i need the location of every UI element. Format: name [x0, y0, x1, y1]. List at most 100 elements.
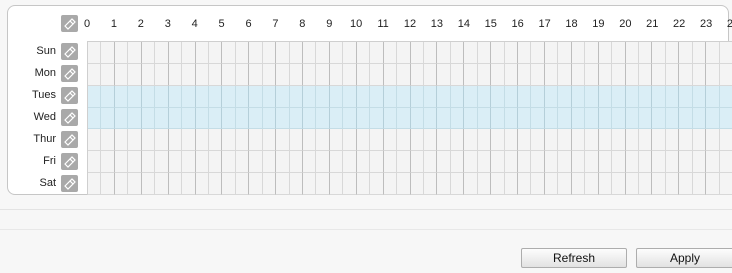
- schedule-cell[interactable]: [289, 42, 303, 64]
- schedule-cell[interactable]: [235, 173, 250, 195]
- schedule-cell[interactable]: [706, 42, 720, 64]
- schedule-cell[interactable]: [329, 129, 344, 152]
- schedule-cell[interactable]: [383, 129, 398, 152]
- schedule-cell[interactable]: [706, 107, 720, 130]
- refresh-button[interactable]: Refresh: [521, 248, 627, 268]
- schedule-cell[interactable]: [276, 107, 290, 130]
- schedule-cell[interactable]: [141, 85, 156, 108]
- schedule-cell[interactable]: [665, 42, 680, 64]
- schedule-cell[interactable]: [638, 42, 653, 64]
- schedule-cell[interactable]: [437, 63, 451, 86]
- schedule-cell[interactable]: [558, 42, 572, 64]
- schedule-cell[interactable]: [477, 85, 492, 108]
- schedule-cell[interactable]: [491, 63, 505, 86]
- schedule-cell[interactable]: [544, 151, 559, 174]
- schedule-cell[interactable]: [370, 63, 384, 86]
- schedule-cell[interactable]: [208, 42, 223, 64]
- schedule-cell[interactable]: [249, 129, 263, 152]
- schedule-cell[interactable]: [155, 129, 169, 152]
- schedule-cell[interactable]: [168, 107, 183, 130]
- schedule-cell[interactable]: [276, 63, 290, 86]
- schedule-cell[interactable]: [276, 42, 290, 64]
- schedule-cell[interactable]: [638, 107, 653, 130]
- schedule-cell[interactable]: [423, 107, 438, 130]
- schedule-cell[interactable]: [558, 63, 572, 86]
- schedule-cell[interactable]: [195, 173, 209, 195]
- schedule-cell[interactable]: [222, 151, 236, 174]
- schedule-cell[interactable]: [329, 63, 344, 86]
- schedule-cell[interactable]: [665, 151, 680, 174]
- schedule-cell[interactable]: [638, 85, 653, 108]
- schedule-cell[interactable]: [612, 129, 626, 152]
- schedule-cell[interactable]: [558, 85, 572, 108]
- schedule-cell[interactable]: [276, 151, 290, 174]
- schedule-cell[interactable]: [450, 107, 465, 130]
- schedule-cell[interactable]: [544, 107, 559, 130]
- schedule-cell[interactable]: [141, 173, 156, 195]
- schedule-cell[interactable]: [598, 129, 613, 152]
- schedule-cell[interactable]: [598, 63, 613, 86]
- schedule-cell[interactable]: [625, 63, 639, 86]
- schedule-cell[interactable]: [719, 42, 732, 64]
- schedule-cell[interactable]: [450, 63, 465, 86]
- schedule-cell[interactable]: [182, 63, 196, 86]
- schedule-cell[interactable]: [383, 63, 398, 86]
- schedule-cell[interactable]: [585, 85, 599, 108]
- schedule-cell[interactable]: [638, 129, 653, 152]
- schedule-cell[interactable]: [665, 173, 680, 195]
- schedule-cell[interactable]: [208, 173, 223, 195]
- schedule-cell[interactable]: [719, 151, 732, 174]
- schedule-cell[interactable]: [262, 151, 277, 174]
- schedule-cell[interactable]: [665, 129, 680, 152]
- schedule-cell[interactable]: [195, 129, 209, 152]
- schedule-cell[interactable]: [235, 42, 250, 64]
- day-toggle-icon[interactable]: [61, 153, 78, 170]
- schedule-cell[interactable]: [343, 129, 357, 152]
- schedule-cell[interactable]: [168, 63, 183, 86]
- schedule-cell[interactable]: [88, 42, 102, 64]
- schedule-cell[interactable]: [625, 107, 639, 130]
- schedule-cell[interactable]: [208, 151, 223, 174]
- schedule-cell[interactable]: [544, 129, 559, 152]
- schedule-cell[interactable]: [437, 107, 451, 130]
- schedule-cell[interactable]: [343, 173, 357, 195]
- schedule-cell[interactable]: [141, 42, 156, 64]
- schedule-cell[interactable]: [141, 63, 156, 86]
- schedule-cell[interactable]: [504, 173, 518, 195]
- schedule-cell[interactable]: [343, 42, 357, 64]
- schedule-cell[interactable]: [397, 151, 411, 174]
- day-toggle-icon[interactable]: [61, 131, 78, 148]
- schedule-cell[interactable]: [464, 85, 478, 108]
- schedule-cell[interactable]: [222, 107, 236, 130]
- schedule-cell[interactable]: [222, 42, 236, 64]
- schedule-cell[interactable]: [128, 173, 142, 195]
- schedule-cell[interactable]: [249, 42, 263, 64]
- schedule-cell[interactable]: [128, 42, 142, 64]
- schedule-cell[interactable]: [383, 107, 398, 130]
- schedule-cell[interactable]: [329, 151, 344, 174]
- schedule-cell[interactable]: [692, 129, 707, 152]
- schedule-cell[interactable]: [585, 107, 599, 130]
- schedule-cell[interactable]: [128, 151, 142, 174]
- schedule-cell[interactable]: [235, 107, 250, 130]
- schedule-cell[interactable]: [477, 151, 492, 174]
- schedule-cell[interactable]: [316, 173, 330, 195]
- schedule-cell[interactable]: [518, 63, 532, 86]
- schedule-cell[interactable]: [625, 85, 639, 108]
- schedule-cell[interactable]: [464, 129, 478, 152]
- schedule-cell[interactable]: [182, 85, 196, 108]
- schedule-cell[interactable]: [692, 107, 707, 130]
- schedule-cell[interactable]: [410, 173, 424, 195]
- schedule-cell[interactable]: [638, 63, 653, 86]
- schedule-cell[interactable]: [558, 107, 572, 130]
- schedule-cell[interactable]: [289, 129, 303, 152]
- schedule-cell[interactable]: [477, 129, 492, 152]
- day-toggle-icon[interactable]: [61, 175, 78, 192]
- schedule-cell[interactable]: [558, 173, 572, 195]
- schedule-cell[interactable]: [652, 151, 666, 174]
- schedule-cell[interactable]: [531, 173, 545, 195]
- schedule-cell[interactable]: [665, 63, 680, 86]
- schedule-cell[interactable]: [155, 63, 169, 86]
- schedule-cell[interactable]: [141, 151, 156, 174]
- schedule-cell[interactable]: [692, 63, 707, 86]
